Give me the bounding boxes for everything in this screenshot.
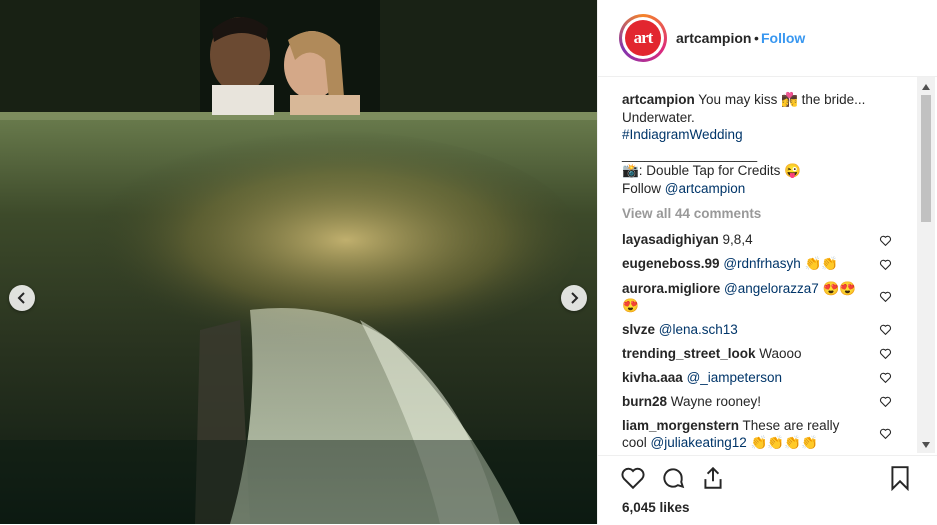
heart-icon[interactable] xyxy=(879,258,892,271)
caption-follow-line: Follow @artcampion xyxy=(622,181,746,196)
previous-photo-button[interactable] xyxy=(9,285,35,311)
caption-line-1: artcampion You may kiss 👩‍❤️‍💋‍👨 the bri… xyxy=(622,91,865,109)
comment-continuation: cool @juliakeating12 👏👏👏👏 xyxy=(622,435,818,450)
comment-username[interactable]: layasadighiyan xyxy=(622,232,719,247)
post-header: art artcampion • Follow xyxy=(598,0,937,77)
comment-mention[interactable]: @_iampeterson xyxy=(687,370,783,385)
comment-mention[interactable]: @juliakeating12 xyxy=(651,435,747,450)
comments-list[interactable]: artcampion You may kiss 👩‍❤️‍💋‍👨 the bri… xyxy=(598,77,937,455)
underwater-wedding-image xyxy=(0,0,597,524)
comment-continuation: 😍 xyxy=(622,298,639,313)
triangle-up-icon xyxy=(922,83,930,90)
comment-username[interactable]: eugeneboss.99 xyxy=(622,256,720,271)
heart-icon[interactable] xyxy=(620,465,646,491)
post-side-panel: art artcampion • Follow artcampion You m… xyxy=(597,0,937,524)
comment-row: layasadighiyan 9,8,4 xyxy=(622,232,753,247)
heart-icon[interactable] xyxy=(879,323,892,336)
comment-row: eugeneboss.99 @rdnfrhasyh 👏👏 xyxy=(622,256,839,271)
comment-mention[interactable]: @lena.sch13 xyxy=(659,322,738,337)
share-icon[interactable] xyxy=(700,465,726,491)
post-actions: 6,045 likes xyxy=(598,455,937,525)
heart-icon[interactable] xyxy=(879,347,892,360)
header-dot-separator: • xyxy=(754,30,759,46)
avatar-logo: art xyxy=(625,20,661,56)
avatar[interactable]: art xyxy=(619,14,667,62)
comment-row: slvze @lena.sch13 xyxy=(622,321,738,339)
caption-hashtag[interactable]: #IndiagramWedding xyxy=(622,126,743,144)
post-photo[interactable] xyxy=(0,0,597,524)
triangle-down-icon xyxy=(922,441,930,448)
heart-icon[interactable] xyxy=(879,427,892,440)
comment-username[interactable]: slvze xyxy=(622,322,655,337)
likes-count[interactable]: 6,045 likes xyxy=(622,500,690,515)
comment-username[interactable]: kivha.aaa xyxy=(622,370,683,385)
comment-mention[interactable]: @angelorazza7 xyxy=(724,281,819,296)
follow-button[interactable]: Follow xyxy=(761,30,805,46)
comment-row: burn28 Wayne rooney! xyxy=(622,394,762,409)
comment-bubble-icon[interactable] xyxy=(660,465,686,491)
heart-icon[interactable] xyxy=(879,234,892,247)
caption-credits: 📸: Double Tap for Credits 😜 xyxy=(622,163,801,178)
header-username[interactable]: artcampion xyxy=(676,30,751,46)
chevron-right-icon xyxy=(571,292,579,304)
chevron-left-icon xyxy=(17,292,25,304)
caption-follow-mention[interactable]: @artcampion xyxy=(665,181,746,196)
caption-username[interactable]: artcampion xyxy=(622,92,695,107)
comment-row: kivha.aaa @_iampeterson xyxy=(622,369,782,387)
comment-username[interactable]: liam_morgenstern xyxy=(622,418,739,433)
comment-row: aurora.migliore @angelorazza7 😍😍 xyxy=(622,281,857,296)
comment-row: liam_morgenstern These are really xyxy=(622,418,840,433)
caption-line-2: Underwater. xyxy=(622,110,695,125)
view-all-comments-link[interactable]: View all 44 comments xyxy=(622,205,761,223)
caption-text: You may kiss 👩‍❤️‍💋‍👨 the bride... xyxy=(694,92,866,107)
scrollbar-thumb[interactable] xyxy=(921,95,931,222)
comment-username[interactable]: burn28 xyxy=(622,394,667,409)
comment-username[interactable]: trending_street_look xyxy=(622,346,756,361)
next-photo-button[interactable] xyxy=(561,285,587,311)
comment-username[interactable]: aurora.migliore xyxy=(622,281,720,296)
heart-icon[interactable] xyxy=(879,371,892,384)
bookmark-icon[interactable] xyxy=(887,465,913,491)
scroll-down-button[interactable] xyxy=(917,436,935,453)
heart-icon[interactable] xyxy=(879,290,892,303)
comment-row: trending_street_look Waooo xyxy=(622,346,802,361)
comment-mention[interactable]: @rdnfrhasyh xyxy=(723,256,801,271)
heart-icon[interactable] xyxy=(879,395,892,408)
scroll-up-button[interactable] xyxy=(917,78,935,95)
